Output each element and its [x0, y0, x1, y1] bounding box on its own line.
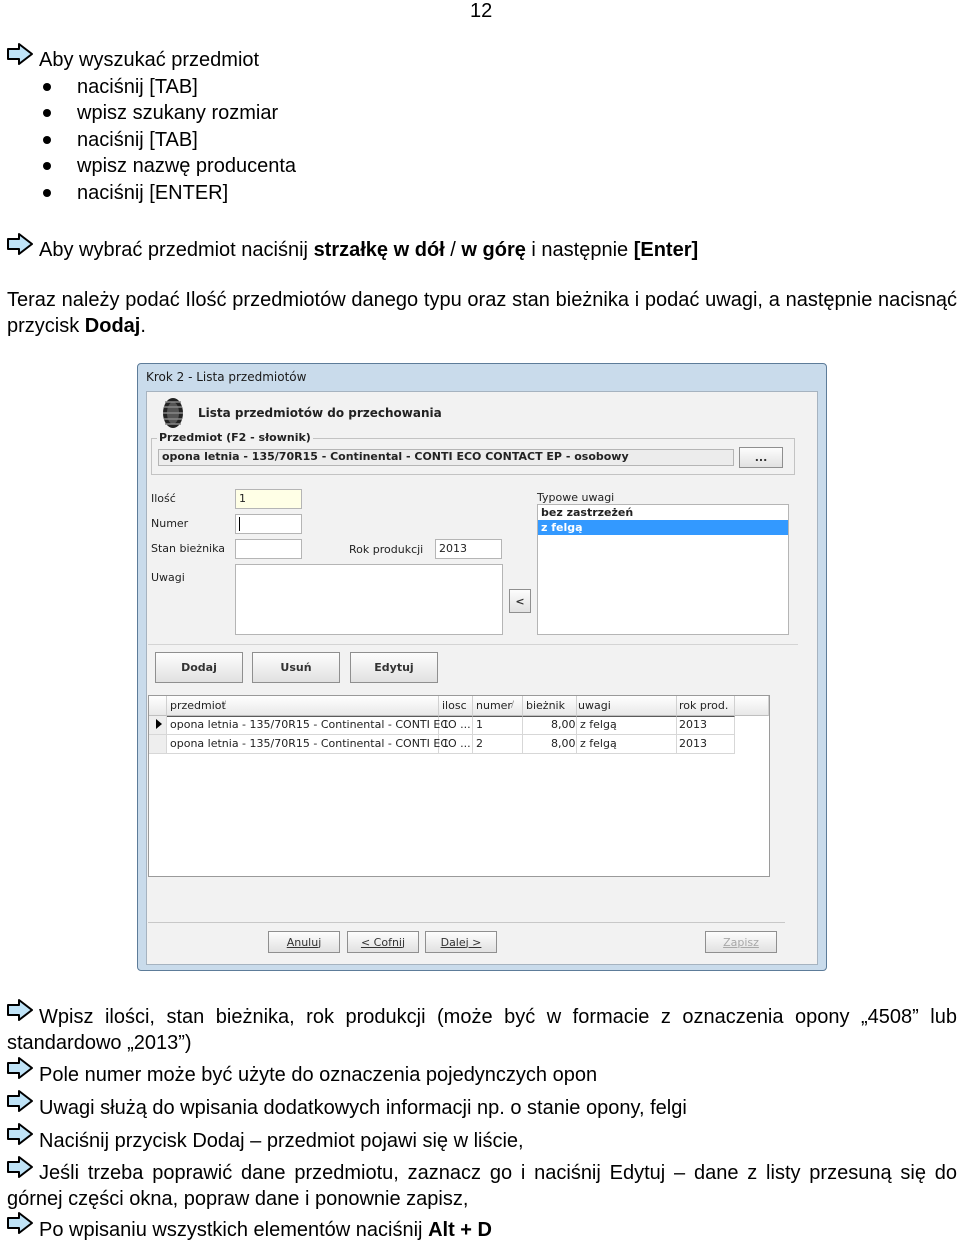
text-cursor: [239, 517, 240, 531]
usun-button[interactable]: Usuń: [252, 652, 340, 683]
page-number: 12: [470, 0, 493, 22]
note-3: Uwagi służą do wpisania dodatkowych info…: [39, 1097, 687, 1119]
bullet-dot: [43, 83, 51, 91]
row-indicator: [149, 735, 167, 754]
current-row-icon: [156, 719, 162, 729]
typowe-label: Typowe uwagi: [537, 491, 615, 504]
typowe-item-selected[interactable]: z felgą: [541, 521, 583, 534]
window-title: Krok 2 - Lista przedmiotów: [146, 370, 307, 384]
numer-label: Numer: [151, 517, 189, 530]
cell-biezn: 8,00: [551, 737, 576, 750]
arrow-icon: [6, 232, 34, 256]
column-header: [735, 696, 769, 716]
edytuj-button[interactable]: Edytuj: [350, 652, 438, 683]
note-4: Naciśnij przycisk Dodaj – przedmiot poja…: [39, 1130, 524, 1152]
note-5: Jeśli trzeba poprawić dane przedmiotu, z…: [7, 1162, 957, 1210]
ilosc-value: 1: [239, 492, 246, 505]
bullet-item: wpisz nazwę producenta: [77, 155, 297, 177]
cell-numer: 2: [476, 737, 483, 750]
note-6: Po wpisaniu wszystkich elementów naciśni…: [39, 1219, 492, 1241]
uwagi-textarea[interactable]: [235, 564, 503, 635]
sort-icon: /: [511, 700, 515, 710]
rok-value: 2013: [439, 542, 467, 555]
cell-uwagi: z felgą: [580, 737, 617, 750]
cell-ilosc: 1: [442, 737, 449, 750]
dodaj-button[interactable]: Dodaj: [155, 652, 243, 683]
bullet-item: naciśnij [TAB]: [77, 129, 198, 151]
stan-label: Stan bieżnika: [151, 542, 226, 555]
uwagi-label: Uwagi: [151, 571, 185, 584]
column-header-label: ilosc: [442, 699, 467, 712]
dialog-body: [146, 391, 818, 965]
bullet-dot: [43, 189, 51, 197]
zapisz-button[interactable]: Zapisz: [705, 931, 777, 953]
column-header-label: rok prod.: [679, 699, 729, 712]
rok-label: Rok produkcji: [349, 543, 424, 556]
column-header-label: przedmiot: [170, 699, 226, 712]
dalej-button[interactable]: Dalej >: [425, 931, 497, 953]
bullet-dot: [43, 109, 51, 117]
bullet-item: naciśnij [ENTER]: [77, 182, 229, 204]
item-value: opona letnia - 135/70R15 - Continental -…: [162, 450, 629, 463]
column-header-label: bieżnik: [526, 699, 565, 712]
stan-input[interactable]: [235, 539, 302, 559]
group-label: Przedmiot (F2 - słownik): [157, 431, 313, 444]
column-header-label: numer: [476, 699, 512, 712]
bullet-dot: [43, 162, 51, 170]
cofnij-button[interactable]: < Cofnij: [347, 931, 419, 953]
cell-uwagi: z felgą: [580, 718, 617, 731]
separator: [148, 644, 798, 645]
cell-przedmiot: opona letnia - 135/70R15 - Continental -…: [170, 737, 471, 750]
cell-ilosc: 1: [442, 718, 449, 731]
cell-przedmiot: opona letnia - 135/70R15 - Continental -…: [170, 718, 471, 731]
arrow-icon: [6, 42, 34, 66]
insert-remark-button[interactable]: <: [509, 589, 531, 613]
tire-icon: [163, 398, 183, 428]
grid-corner: [149, 696, 167, 716]
section1-title: Aby wyszukać przedmiot: [39, 49, 260, 71]
bullet-dot: [43, 136, 51, 144]
separator: [148, 922, 785, 923]
cell-biezn: 8,00: [551, 718, 576, 731]
arrow-icon: [6, 1089, 34, 1113]
browse-button[interactable]: ...: [739, 447, 783, 468]
bullet-item: naciśnij [TAB]: [77, 76, 198, 98]
note-2: Pole numer może być użyte do oznaczenia …: [39, 1064, 598, 1086]
column-header-label: uwagi: [578, 699, 611, 712]
ilosc-label: Ilość: [151, 492, 176, 505]
arrow-icon: [6, 1211, 34, 1235]
sort-icon: /: [223, 700, 227, 710]
intro-paragraph: Teraz należy podać Ilość przedmiotów dan…: [7, 289, 957, 337]
cell-numer: 1: [476, 718, 483, 731]
cell-rok: 2013: [679, 718, 707, 731]
arrow-icon: [6, 1056, 34, 1080]
section2-line: Aby wybrać przedmiot naciśnij strzałkę w…: [39, 239, 699, 261]
note-1: Wpisz ilości, stan bieżnika, rok produkc…: [7, 1006, 957, 1054]
dialog-header: Lista przedmiotów do przechowania: [198, 406, 442, 420]
bullet-item: wpisz szukany rozmiar: [77, 102, 279, 124]
typowe-item[interactable]: bez zastrzeżeń: [541, 506, 633, 519]
numer-input[interactable]: [235, 514, 302, 534]
cell-rok: 2013: [679, 737, 707, 750]
anuluj-button[interactable]: Anuluj: [268, 931, 340, 953]
arrow-icon: [6, 1122, 34, 1146]
